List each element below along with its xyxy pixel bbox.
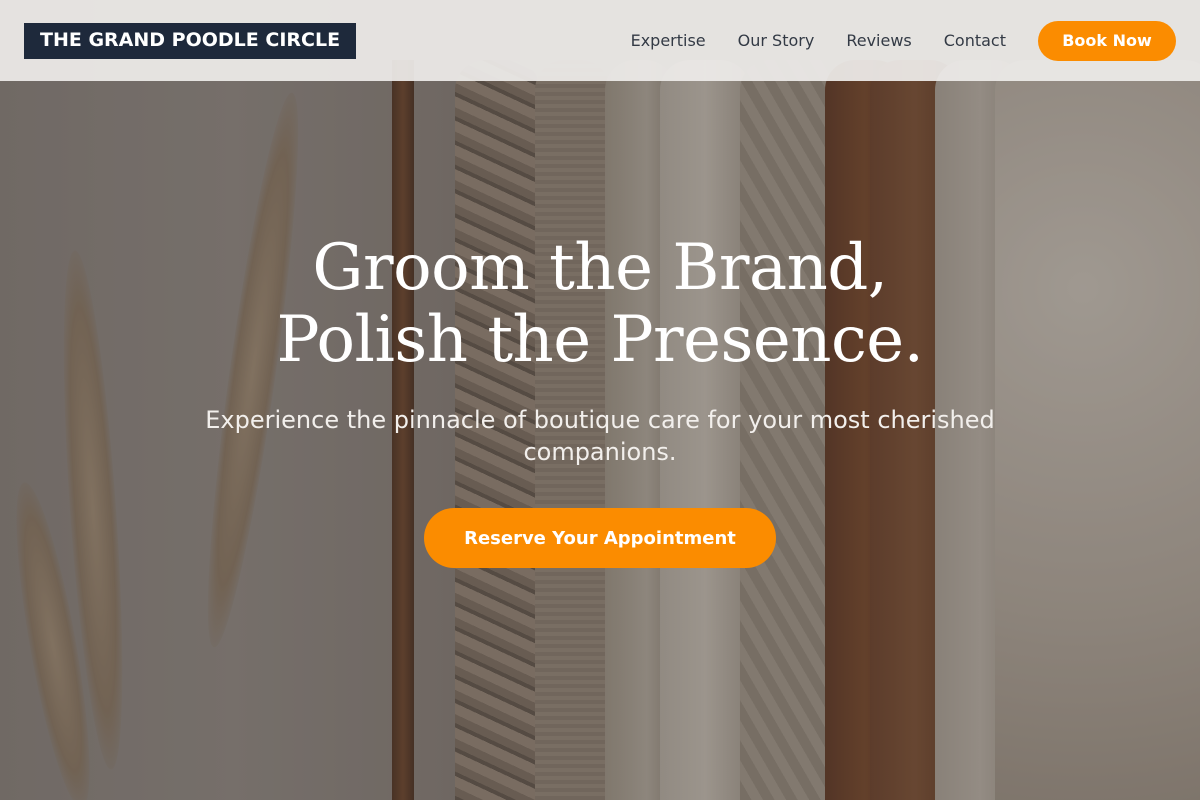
reserve-appointment-button[interactable]: Reserve Your Appointment xyxy=(424,508,776,568)
hero-section: Groom the Brand, Polish the Presence. Ex… xyxy=(0,232,1200,568)
hero-title: Groom the Brand, Polish the Presence. xyxy=(0,232,1200,376)
nav-link-reviews[interactable]: Reviews xyxy=(846,31,911,50)
nav-link-our-story[interactable]: Our Story xyxy=(738,31,815,50)
nav-links: Expertise Our Story Reviews Contact Book… xyxy=(631,20,1176,61)
hero-title-line-1: Groom the Brand, xyxy=(312,231,888,305)
hero-title-line-2: Polish the Presence. xyxy=(276,303,924,377)
site-logo[interactable]: THE GRAND POODLE CIRCLE xyxy=(24,22,357,59)
nav-link-expertise[interactable]: Expertise xyxy=(631,31,706,50)
navbar: THE GRAND POODLE CIRCLE Expertise Our St… xyxy=(0,0,1200,81)
nav-link-contact[interactable]: Contact xyxy=(944,31,1006,50)
hero-subtitle: Experience the pinnacle of boutique care… xyxy=(205,406,995,466)
book-now-button[interactable]: Book Now xyxy=(1038,20,1176,61)
